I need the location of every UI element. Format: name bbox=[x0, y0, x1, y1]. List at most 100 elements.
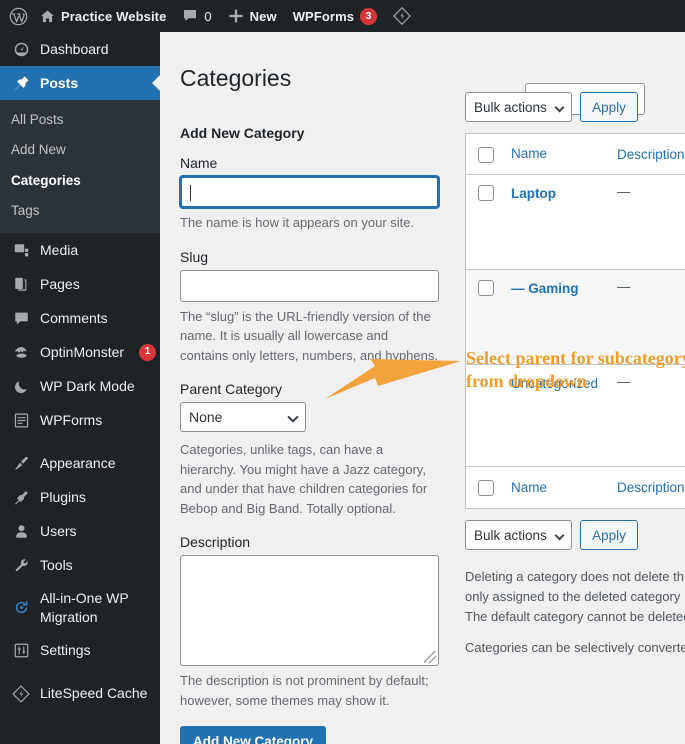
pages-icon bbox=[11, 276, 31, 293]
admin-bar: Practice Website 0 New WPForms 3 bbox=[0, 0, 685, 32]
sidebar-item-label: Tools bbox=[40, 556, 73, 573]
row-checkbox-cell-empty bbox=[478, 374, 511, 375]
category-description: — bbox=[617, 279, 631, 294]
user-icon bbox=[11, 523, 31, 540]
sidebar-item-optinmonster[interactable]: OptinMonster 1 bbox=[0, 335, 160, 369]
help-note-line: only assigned to the deleted category bbox=[465, 589, 681, 605]
sidebar-item-posts[interactable]: Posts bbox=[0, 66, 160, 100]
sidebar-item-all-in-one-wp-migration[interactable]: All-in-One WP Migration bbox=[0, 582, 160, 634]
select-all-checkbox-top[interactable] bbox=[478, 146, 494, 163]
admin-bar-new[interactable]: New bbox=[220, 0, 285, 32]
sidebar-item-litespeed-cache[interactable]: LiteSpeed Cache bbox=[0, 677, 160, 711]
admin-bar-site-name[interactable]: Practice Website bbox=[32, 0, 174, 32]
sidebar-item-plugins[interactable]: Plugins bbox=[0, 480, 160, 514]
wordpress-admin-screen: Practice Website 0 New WPForms 3 Dashboa… bbox=[0, 0, 685, 744]
help-note-line: Deleting a category does not delete th bbox=[465, 569, 684, 584]
optinmonster-badge: 1 bbox=[139, 343, 157, 361]
help-note-paragraph: Deleting a category does not delete th o… bbox=[465, 567, 685, 627]
row-checkbox[interactable] bbox=[478, 280, 494, 296]
categories-help-notes: Deleting a category does not delete th o… bbox=[465, 567, 685, 670]
add-new-category-button[interactable]: Add New Category bbox=[180, 726, 327, 744]
litespeed-diamond-icon bbox=[393, 7, 412, 25]
sidebar-item-appearance[interactable]: Appearance bbox=[0, 446, 160, 480]
select-all-checkbox-bottom[interactable] bbox=[478, 480, 494, 496]
apply-button-bottom[interactable]: Apply bbox=[580, 520, 638, 550]
category-description: — bbox=[617, 374, 631, 389]
description-help-text: The description is not prominent by defa… bbox=[180, 673, 429, 708]
row-checkbox-cell bbox=[478, 184, 511, 201]
sidebar-item-dashboard[interactable]: Dashboard bbox=[0, 32, 160, 66]
category-description: — bbox=[617, 184, 631, 199]
form-list-icon bbox=[11, 412, 31, 429]
admin-bar-wpforms[interactable]: WPForms 3 bbox=[285, 0, 385, 32]
sidebar-subitem-add-new[interactable]: Add New bbox=[0, 135, 160, 165]
bulk-actions-select-bottom[interactable]: Bulk actions bbox=[465, 520, 572, 550]
sidebar-item-wp-dark-mode[interactable]: WP Dark Mode bbox=[0, 369, 160, 403]
sidebar-item-label: Posts bbox=[40, 74, 79, 91]
moon-icon bbox=[11, 378, 31, 395]
sidebar-item-comments[interactable]: Comments bbox=[0, 301, 160, 335]
sidebar-item-tools[interactable]: Tools bbox=[0, 548, 160, 582]
column-footer-name[interactable]: Name bbox=[511, 478, 617, 498]
apply-button-top[interactable]: Apply bbox=[580, 92, 638, 122]
wrench-icon bbox=[11, 557, 31, 574]
litespeed-diamond-icon bbox=[11, 685, 31, 703]
select-all-checkbox-bottom-cell bbox=[478, 479, 511, 496]
home-icon bbox=[40, 9, 55, 24]
category-name-link[interactable]: Laptop bbox=[511, 184, 617, 204]
tablenav-bottom: Bulk actions Apply bbox=[465, 520, 685, 550]
table-row: Laptop — bbox=[466, 175, 685, 270]
bulk-actions-select-top[interactable]: Bulk actions bbox=[465, 92, 572, 122]
bulk-actions-value: Bulk actions bbox=[474, 99, 547, 115]
admin-bar-comments[interactable]: 0 bbox=[174, 0, 219, 32]
plug-icon bbox=[11, 489, 31, 506]
sidebar-item-label: Plugins bbox=[40, 488, 86, 505]
categories-table: Name Description Laptop — — Gaming — Unc… bbox=[465, 133, 685, 509]
slug-label: Slug bbox=[180, 248, 209, 265]
wpforms-badge: 3 bbox=[360, 7, 378, 25]
content-area: Categories Add New Category Name The nam… bbox=[160, 32, 685, 744]
text-cursor bbox=[190, 185, 191, 201]
category-name-link[interactable]: — Gaming bbox=[511, 279, 617, 299]
sidebar-separator bbox=[0, 437, 160, 446]
sidebar-item-pages[interactable]: Pages bbox=[0, 267, 160, 301]
sidebar-item-label: Comments bbox=[40, 309, 108, 326]
sidebar-subitem-tags[interactable]: Tags bbox=[0, 196, 160, 226]
resize-handle-icon[interactable] bbox=[424, 651, 436, 663]
settings-sliders-icon bbox=[11, 642, 31, 659]
comment-bubble-icon bbox=[182, 8, 198, 24]
column-header-description[interactable]: Description bbox=[617, 147, 685, 162]
parent-category-select-wrap: None bbox=[180, 402, 306, 432]
table-header-row: Name Description bbox=[466, 134, 685, 175]
description-textarea[interactable] bbox=[180, 555, 439, 666]
column-header-name[interactable]: Name bbox=[511, 144, 617, 164]
slug-input[interactable] bbox=[180, 269, 439, 302]
pushpin-icon bbox=[11, 75, 31, 92]
admin-bar-litespeed[interactable] bbox=[385, 0, 419, 32]
select-all-checkbox-top-cell bbox=[478, 146, 511, 163]
sidebar-item-settings[interactable]: Settings bbox=[0, 634, 160, 668]
column-footer-description[interactable]: Description bbox=[617, 480, 685, 495]
category-name-link[interactable]: Uncategorized bbox=[511, 374, 617, 394]
sidebar-item-label: OptinMonster bbox=[40, 343, 125, 360]
sidebar-subitem-categories[interactable]: Categories bbox=[0, 166, 160, 196]
sidebar-item-wpforms[interactable]: WPForms bbox=[0, 403, 160, 437]
bulk-actions-value: Bulk actions bbox=[474, 527, 547, 543]
chevron-down-icon bbox=[554, 530, 565, 541]
sidebar-item-users[interactable]: Users bbox=[0, 514, 160, 548]
sidebar-item-media[interactable]: Media bbox=[0, 233, 160, 267]
name-help-text: The name is how it appears on your site. bbox=[180, 215, 415, 230]
comment-bubble-icon bbox=[11, 310, 31, 327]
sidebar-subitem-all-posts[interactable]: All Posts bbox=[0, 105, 160, 135]
description-label: Description bbox=[180, 534, 251, 550]
name-input[interactable] bbox=[180, 176, 439, 208]
plus-icon bbox=[228, 8, 244, 24]
add-new-category-form: Add New Category Name The name is how it… bbox=[180, 125, 450, 744]
row-checkbox[interactable] bbox=[478, 185, 494, 201]
name-label: Name bbox=[180, 155, 218, 171]
chevron-down-icon bbox=[554, 102, 565, 113]
admin-bar-wordpress-logo[interactable] bbox=[0, 0, 32, 32]
add-new-category-heading: Add New Category bbox=[180, 125, 305, 141]
tablenav-top: Bulk actions Apply bbox=[465, 92, 685, 122]
table-row: — Gaming — bbox=[466, 270, 685, 365]
